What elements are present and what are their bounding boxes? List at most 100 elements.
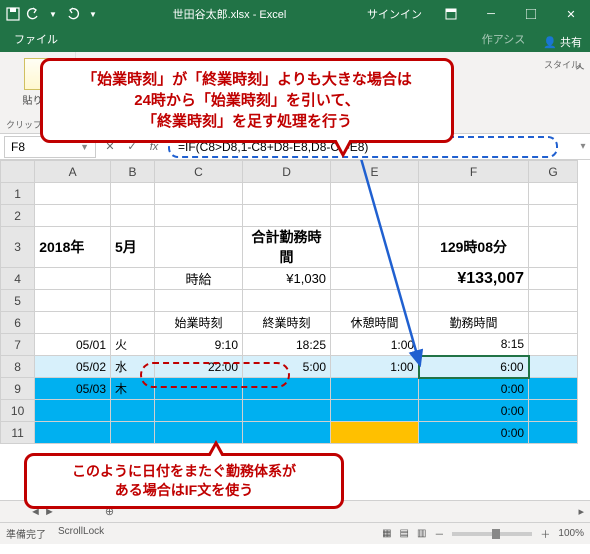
cell[interactable] xyxy=(111,312,155,334)
row-header[interactable]: 9 xyxy=(1,378,35,400)
qat-dropdown-icon[interactable]: ▼ xyxy=(86,7,100,21)
zoom-level[interactable]: 100% xyxy=(558,528,584,539)
cell[interactable]: 合計勤務時間 xyxy=(243,227,331,268)
tab-assist[interactable]: 作アシス xyxy=(472,27,536,52)
cell[interactable] xyxy=(155,400,243,422)
cell[interactable] xyxy=(529,312,578,334)
zoom-slider[interactable] xyxy=(452,532,532,536)
cell[interactable] xyxy=(331,268,419,290)
cell[interactable]: 木 xyxy=(111,378,155,400)
grid[interactable]: A B C D E F G 1 2 32018年5月合計勤務時間129時08分 … xyxy=(0,160,578,444)
col-header[interactable]: E xyxy=(331,161,419,183)
col-header[interactable]: D xyxy=(243,161,331,183)
cell[interactable] xyxy=(331,422,419,444)
col-header[interactable]: C xyxy=(155,161,243,183)
ribbon-options-button[interactable] xyxy=(432,0,470,28)
cell[interactable]: 休憩時間 xyxy=(331,312,419,334)
cell[interactable]: 05/02 xyxy=(35,356,111,378)
col-header[interactable]: B xyxy=(111,161,155,183)
cell[interactable] xyxy=(111,400,155,422)
cell[interactable]: 水 xyxy=(111,356,155,378)
cell[interactable] xyxy=(529,227,578,268)
cell[interactable] xyxy=(529,268,578,290)
collapse-ribbon-icon[interactable]: ㅅ xyxy=(574,56,586,75)
redo-icon[interactable] xyxy=(66,7,80,21)
view-normal-icon[interactable]: ▦ xyxy=(382,528,391,539)
cell[interactable] xyxy=(243,400,331,422)
cell[interactable]: 05/01 xyxy=(35,334,111,356)
row-header[interactable]: 6 xyxy=(1,312,35,334)
cell[interactable]: 火 xyxy=(111,334,155,356)
cell[interactable]: 1:00 xyxy=(331,334,419,356)
signin-link[interactable]: サインイン xyxy=(359,6,430,22)
cell[interactable] xyxy=(243,378,331,400)
scroll-right-icon[interactable]: ▸ xyxy=(578,505,584,518)
cell[interactable] xyxy=(243,422,331,444)
cell[interactable]: 時給 xyxy=(155,268,243,290)
zoom-in-icon[interactable]: ＋ xyxy=(540,526,550,541)
cell[interactable] xyxy=(331,400,419,422)
redo-dropdown-icon[interactable]: ▼ xyxy=(46,7,60,21)
cell[interactable]: 5月 xyxy=(111,227,155,268)
cell[interactable]: ¥1,030 xyxy=(243,268,331,290)
cell[interactable] xyxy=(529,422,578,444)
cell[interactable]: 勤務時間 xyxy=(419,312,529,334)
cell[interactable] xyxy=(111,422,155,444)
cell[interactable]: 18:25 xyxy=(243,334,331,356)
cell[interactable] xyxy=(529,378,578,400)
cell[interactable]: 8:15 xyxy=(419,334,529,356)
cell[interactable] xyxy=(35,268,111,290)
view-pagebreak-icon[interactable]: ▥ xyxy=(417,528,426,539)
col-header[interactable]: F xyxy=(419,161,529,183)
row-header[interactable]: 2 xyxy=(1,205,35,227)
select-all[interactable] xyxy=(1,161,35,183)
cell[interactable] xyxy=(35,400,111,422)
col-header[interactable]: G xyxy=(529,161,578,183)
cell[interactable] xyxy=(35,422,111,444)
row-header[interactable]: 1 xyxy=(1,183,35,205)
cell[interactable]: ¥133,007 xyxy=(419,268,529,290)
undo-icon[interactable] xyxy=(26,7,40,21)
cell[interactable] xyxy=(35,312,111,334)
row-header[interactable]: 4 xyxy=(1,268,35,290)
cell[interactable]: 0:00 xyxy=(419,400,529,422)
cell[interactable]: 始業時刻 xyxy=(155,312,243,334)
cell[interactable] xyxy=(111,268,155,290)
zoom-out-icon[interactable]: － xyxy=(434,526,444,541)
cell[interactable] xyxy=(155,227,243,268)
tab-file[interactable]: ファイル xyxy=(4,27,68,52)
cell[interactable]: 0:00 xyxy=(419,422,529,444)
close-button[interactable]: ✕ xyxy=(552,0,590,28)
cell[interactable] xyxy=(529,400,578,422)
share-button[interactable]: 👤共有 xyxy=(535,32,590,52)
expand-formula-icon[interactable]: ▾ xyxy=(576,141,590,152)
cell[interactable]: 22:00 xyxy=(155,356,243,378)
cell[interactable]: 1:00 xyxy=(331,356,419,378)
cell[interactable] xyxy=(529,356,578,378)
row-header[interactable]: 8 xyxy=(1,356,35,378)
cell[interactable]: 0:00 xyxy=(419,378,529,400)
row-header[interactable]: 11 xyxy=(1,422,35,444)
cell[interactable] xyxy=(155,422,243,444)
cell[interactable]: 5:00 xyxy=(243,356,331,378)
cell[interactable] xyxy=(529,334,578,356)
save-icon[interactable] xyxy=(6,7,20,21)
cell-active[interactable]: 6:00 xyxy=(419,356,529,378)
cell[interactable] xyxy=(155,378,243,400)
cell[interactable]: 9:10 xyxy=(155,334,243,356)
minimize-button[interactable]: ─ xyxy=(472,0,510,28)
cell[interactable]: 終業時刻 xyxy=(243,312,331,334)
maximize-button[interactable] xyxy=(512,0,550,28)
cell[interactable]: 05/03 xyxy=(35,378,111,400)
row-header[interactable]: 3 xyxy=(1,227,35,268)
cell[interactable] xyxy=(331,378,419,400)
row-header[interactable]: 10 xyxy=(1,400,35,422)
cell[interactable] xyxy=(331,227,419,268)
row-header[interactable]: 7 xyxy=(1,334,35,356)
col-header[interactable]: A xyxy=(35,161,111,183)
cell[interactable]: 129時08分 xyxy=(419,227,529,268)
row-header[interactable]: 5 xyxy=(1,290,35,312)
cell[interactable]: 2018年 xyxy=(35,227,111,268)
view-layout-icon[interactable]: ▤ xyxy=(400,528,409,539)
worksheet[interactable]: A B C D E F G 1 2 32018年5月合計勤務時間129時08分 … xyxy=(0,160,590,500)
